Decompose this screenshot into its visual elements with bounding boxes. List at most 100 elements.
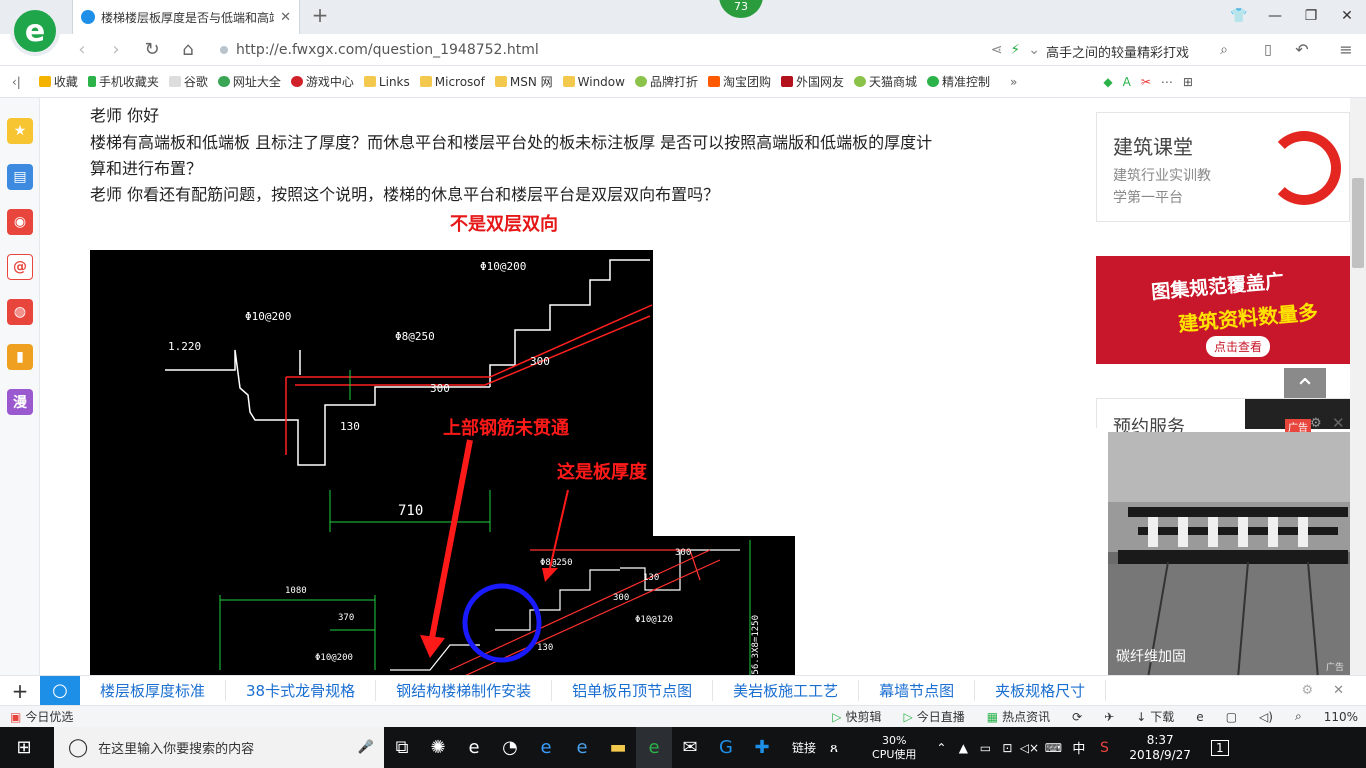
folder-icon[interactable]: ▬	[600, 727, 636, 768]
window-icon[interactable]: ▢	[1226, 710, 1237, 724]
add-icon[interactable]: +	[0, 679, 40, 703]
related-link[interactable]: 铝单板吊顶节点图	[552, 680, 714, 701]
book-icon[interactable]: ▮	[7, 344, 33, 370]
zoom-level[interactable]: 110%	[1324, 710, 1358, 724]
settings-icon[interactable]: ⚙	[1310, 416, 1322, 431]
sogou-icon[interactable]: S	[1091, 727, 1117, 768]
related-link[interactable]: 钢结构楼梯制作安装	[376, 680, 553, 701]
translate-icon[interactable]: A	[1123, 75, 1131, 89]
status-item[interactable]: ↓ 下载	[1136, 708, 1174, 725]
clock[interactable]: 8:37 2018/9/27	[1129, 733, 1191, 763]
volume-icon[interactable]: ◁×	[1018, 727, 1040, 768]
ad-banner[interactable]: 图集规范覆盖广 建筑资料数量多 点击查看	[1096, 256, 1350, 364]
microphone-icon[interactable]: 🎤	[358, 740, 374, 755]
phone-icon[interactable]: ▯	[1256, 39, 1280, 61]
forward-icon[interactable]: ›	[104, 39, 128, 61]
more-bookmarks-icon[interactable]: »	[1010, 75, 1017, 89]
battery-icon[interactable]: ▭	[974, 727, 996, 768]
hot-search-text[interactable]: 高手之间的较量精彩打戏	[1046, 42, 1216, 61]
bookmark-item[interactable]: MSN 网	[494, 73, 553, 90]
bell-icon[interactable]: ▲	[952, 727, 974, 768]
people-icon[interactable]: ጸ	[816, 727, 852, 768]
bookmark-item[interactable]: 天猫商城	[854, 73, 917, 90]
bookmark-item[interactable]: 网址大全	[217, 73, 281, 90]
pin-icon[interactable]: ✈	[1104, 710, 1114, 724]
browser-icon[interactable]: e	[456, 727, 492, 768]
skin-icon[interactable]: 👕	[1226, 4, 1252, 28]
bookmark-item[interactable]: 手机收藏夹	[87, 73, 159, 90]
task-view-icon[interactable]: ⧉	[384, 727, 420, 768]
back-icon[interactable]: ‹	[70, 39, 94, 61]
url-field[interactable]: http://e.fwxgx.com/question_1948752.html…	[220, 38, 1040, 62]
bookmark-item[interactable]: 淘宝团购	[707, 73, 771, 90]
close-window-button[interactable]: ✕	[1334, 4, 1360, 28]
cpu-monitor[interactable]: 30% CPU使用	[872, 734, 916, 762]
news-icon[interactable]: ▤	[7, 164, 33, 190]
zoom-icon[interactable]: ⌕	[1295, 709, 1302, 724]
network-icon[interactable]: ⊡	[996, 727, 1018, 768]
bookmark-item[interactable]: 外国网友	[781, 73, 844, 90]
undo-icon[interactable]: ↶	[1290, 39, 1314, 61]
close-tab-icon[interactable]: ✕	[280, 10, 291, 25]
home-icon[interactable]: ⌂	[176, 39, 200, 61]
chevron-down-icon[interactable]: ⌄	[1028, 42, 1040, 58]
scrollbar-thumb[interactable]	[1352, 178, 1364, 268]
active-browser-icon[interactable]: e	[636, 727, 672, 768]
today-picks[interactable]: ▣ 今日优选	[10, 708, 73, 725]
360-icon[interactable]: ◔	[492, 727, 528, 768]
close-icon[interactable]: ✕	[1332, 414, 1345, 432]
pin-app-icon[interactable]: ✚	[744, 727, 780, 768]
new-tab-button[interactable]: +	[308, 4, 332, 28]
menu-icon[interactable]: ≡	[1334, 39, 1358, 61]
related-link[interactable]: 美岩板施工工艺	[713, 680, 860, 701]
bookmark-item[interactable]: 谷歌	[168, 73, 208, 90]
close-icon[interactable]: ✕	[1333, 683, 1344, 698]
settings-icon[interactable]: ⚙	[1301, 683, 1313, 698]
bookmark-item[interactable]: 收藏	[38, 73, 78, 90]
related-link[interactable]: 幕墙节点图	[859, 680, 976, 701]
comic-icon[interactable]: 漫	[7, 389, 33, 415]
promo-card[interactable]: 建筑课堂 建筑行业实训教 学第一平台	[1096, 112, 1350, 222]
bookmark-item[interactable]: Links	[363, 75, 410, 89]
ime-indicator[interactable]: 中	[1072, 738, 1085, 757]
ad-button[interactable]: 点击查看	[1206, 336, 1271, 357]
taskbar-link[interactable]: 链接	[792, 739, 816, 756]
more-icon[interactable]: ⋯	[1161, 75, 1173, 89]
mail-icon[interactable]: ✉	[672, 727, 708, 768]
weibo-icon[interactable]: ◉	[7, 209, 33, 235]
related-link[interactable]: 楼层板厚度标准	[80, 680, 227, 701]
share-icon[interactable]: ⋖	[991, 42, 1003, 58]
keyboard-icon[interactable]: ⌨	[1040, 727, 1066, 768]
maximize-button[interactable]: ❐	[1298, 4, 1324, 28]
g-app-icon[interactable]: G	[708, 727, 744, 768]
status-item[interactable]: ▷ 今日直播	[903, 708, 964, 725]
bookmark-item[interactable]: Microsof	[419, 75, 485, 89]
ie-icon[interactable]: e	[1196, 710, 1203, 724]
status-item[interactable]: ▦ 热点资讯	[987, 708, 1050, 725]
search-icon[interactable]: ⌕	[1212, 39, 1236, 61]
volume-icon[interactable]: ◁)	[1259, 710, 1273, 724]
refresh-icon[interactable]: ⟳	[1072, 710, 1082, 724]
notification-center-icon[interactable]: 1	[1210, 739, 1229, 756]
pinwheel-icon[interactable]: ✺	[420, 727, 456, 768]
mail-icon[interactable]: @	[7, 254, 33, 280]
lightning-icon[interactable]: ⚡	[1010, 42, 1020, 58]
status-item[interactable]: ▷ 快剪辑	[832, 708, 881, 725]
bookmark-item[interactable]: 品牌打折	[634, 73, 698, 90]
shield-icon[interactable]: ◆	[1103, 75, 1112, 89]
browser-logo-icon[interactable]: e	[10, 6, 60, 56]
taskbar-search[interactable]: ◯ 在这里输入你要搜索的内容 🎤	[54, 727, 384, 768]
edge-icon[interactable]: e	[528, 727, 564, 768]
video-player[interactable]: 碳纤维加固 广告	[1108, 432, 1350, 675]
game-icon[interactable]: ◍	[7, 299, 33, 325]
windows-start-icon[interactable]: ⊞	[0, 727, 48, 768]
related-link[interactable]: 夹板规格尺寸	[975, 680, 1107, 701]
browser-tab[interactable]: 楼梯楼层板厚度是否与低端和高端 ✕	[72, 0, 300, 34]
scissors-icon[interactable]: ✂	[1141, 75, 1151, 89]
search-icon[interactable]: ○	[40, 675, 80, 706]
minimize-button[interactable]: —	[1262, 4, 1288, 28]
reload-icon[interactable]: ↻	[140, 39, 164, 61]
collapse-icon[interactable]: ‹|	[12, 75, 21, 89]
related-link[interactable]: 38卡式龙骨规格	[226, 680, 377, 701]
apps-icon[interactable]: ⊞	[1183, 75, 1193, 89]
